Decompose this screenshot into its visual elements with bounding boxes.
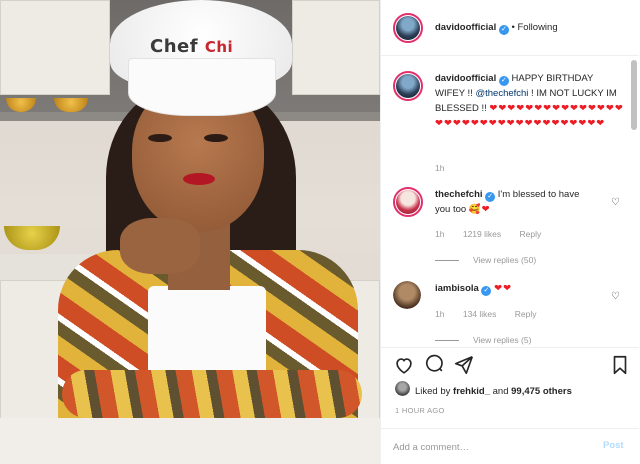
comments-scrollbar[interactable] [631, 60, 637, 130]
post-side-panel: davidoofficial ✓ • Following davidooffic… [380, 0, 640, 464]
avatar-image [396, 190, 420, 214]
header-separator: • [511, 22, 515, 33]
comment-icon[interactable] [423, 354, 445, 376]
mention-link[interactable]: @thechefchi [475, 88, 528, 99]
comment-likes[interactable]: 1219 likes [463, 229, 501, 239]
comment-age[interactable]: 1h [435, 309, 444, 319]
author-username[interactable]: davidoofficial [435, 22, 496, 33]
post-actions: Liked by frehkid_ and 99,475 others 1 HO… [381, 347, 639, 464]
verified-badge-icon: ✓ [498, 25, 509, 35]
comment-emoji: ❤❤ [494, 283, 513, 294]
comment-avatar[interactable] [393, 281, 421, 309]
heart-outline-icon[interactable]: ♡ [611, 291, 620, 302]
caption-age[interactable]: 1h [435, 163, 444, 173]
liked-by-avatar[interactable] [395, 381, 410, 396]
comment-age[interactable]: 1h [435, 229, 444, 239]
liked-by-text: Liked by frehkid_ and 99,475 others [415, 384, 572, 400]
caption-avatar[interactable] [393, 71, 423, 101]
comment-composer: Post [381, 428, 639, 464]
post-timestamp[interactable]: 1 HOUR AGO [395, 406, 445, 415]
avatar-image [395, 381, 410, 396]
replies-line [435, 340, 459, 342]
eye-left [148, 134, 172, 142]
view-replies-button[interactable]: View replies (5) [435, 335, 531, 345]
avatar-image [396, 74, 420, 98]
chef-hat-band [128, 58, 276, 116]
chef-hat-logo: Chef Chi [150, 36, 233, 57]
hand [120, 218, 200, 274]
likes-count-link[interactable]: 99,475 others [511, 386, 572, 397]
view-replies-label: View replies (50) [473, 255, 537, 265]
comment-avatar[interactable] [393, 187, 423, 217]
comment-meta: 1h 134 likes Reply [435, 309, 553, 319]
caption-username[interactable]: davidoofficial [435, 73, 496, 84]
verified-badge-icon: ✓ [485, 192, 496, 202]
hat-logo-accent: Chi [204, 38, 234, 56]
header-info: davidoofficial ✓ • Following [435, 22, 558, 35]
comment-meta: 1h 1219 likes Reply [435, 229, 557, 239]
avatar-image [396, 16, 420, 40]
comment-reply[interactable]: Reply [520, 229, 542, 239]
liked-user-link[interactable]: frehkid_ [453, 386, 490, 397]
glass-bowl [4, 226, 60, 250]
comment-reply[interactable]: Reply [515, 309, 537, 319]
kitchen-cabinet-right [292, 0, 380, 95]
comment-text: thechefchi ✓ I'm blessed to have you too… [435, 187, 595, 217]
view-replies-label: View replies (5) [473, 335, 532, 345]
liked-suffix: and [490, 386, 512, 397]
author-avatar[interactable] [393, 13, 423, 43]
kitchen-cabinet-left [0, 0, 110, 95]
countertop [0, 418, 380, 464]
post-photo[interactable]: Chef Chi [0, 0, 380, 464]
folded-arms [62, 370, 362, 418]
heart-outline-icon[interactable]: ♡ [611, 197, 620, 208]
heart-outline-icon[interactable] [393, 354, 415, 376]
caption-text: davidoofficial ✓ HAPPY BIRTHDAY WIFEY !!… [435, 71, 625, 131]
bookmark-icon[interactable] [609, 354, 631, 376]
share-icon[interactable] [453, 354, 475, 376]
lips [183, 173, 215, 185]
replies-line [435, 260, 459, 262]
following-button[interactable]: Following [517, 22, 557, 33]
verified-badge-icon: ✓ [498, 76, 509, 86]
add-comment-input[interactable] [393, 437, 583, 457]
liked-prefix: Liked by [415, 386, 454, 397]
comment-text: iambisola ✓ ❤❤ [435, 281, 595, 296]
post-comment-button[interactable]: Post [603, 440, 624, 451]
post-header: davidoofficial ✓ • Following [381, 0, 639, 56]
comments-list[interactable]: davidoofficial ✓ HAPPY BIRTHDAY WIFEY !!… [381, 57, 629, 347]
avatar-image [393, 281, 421, 309]
comment-username[interactable]: thechefchi [435, 189, 483, 200]
comment-emoji: 🥰❤ [468, 204, 491, 215]
eye-right [204, 134, 228, 142]
view-replies-button[interactable]: View replies (50) [435, 255, 536, 265]
comment-username[interactable]: iambisola [435, 283, 479, 294]
verified-badge-icon: ✓ [481, 286, 492, 296]
comment-likes[interactable]: 134 likes [463, 309, 497, 319]
hat-logo-main: Chef [150, 36, 199, 57]
